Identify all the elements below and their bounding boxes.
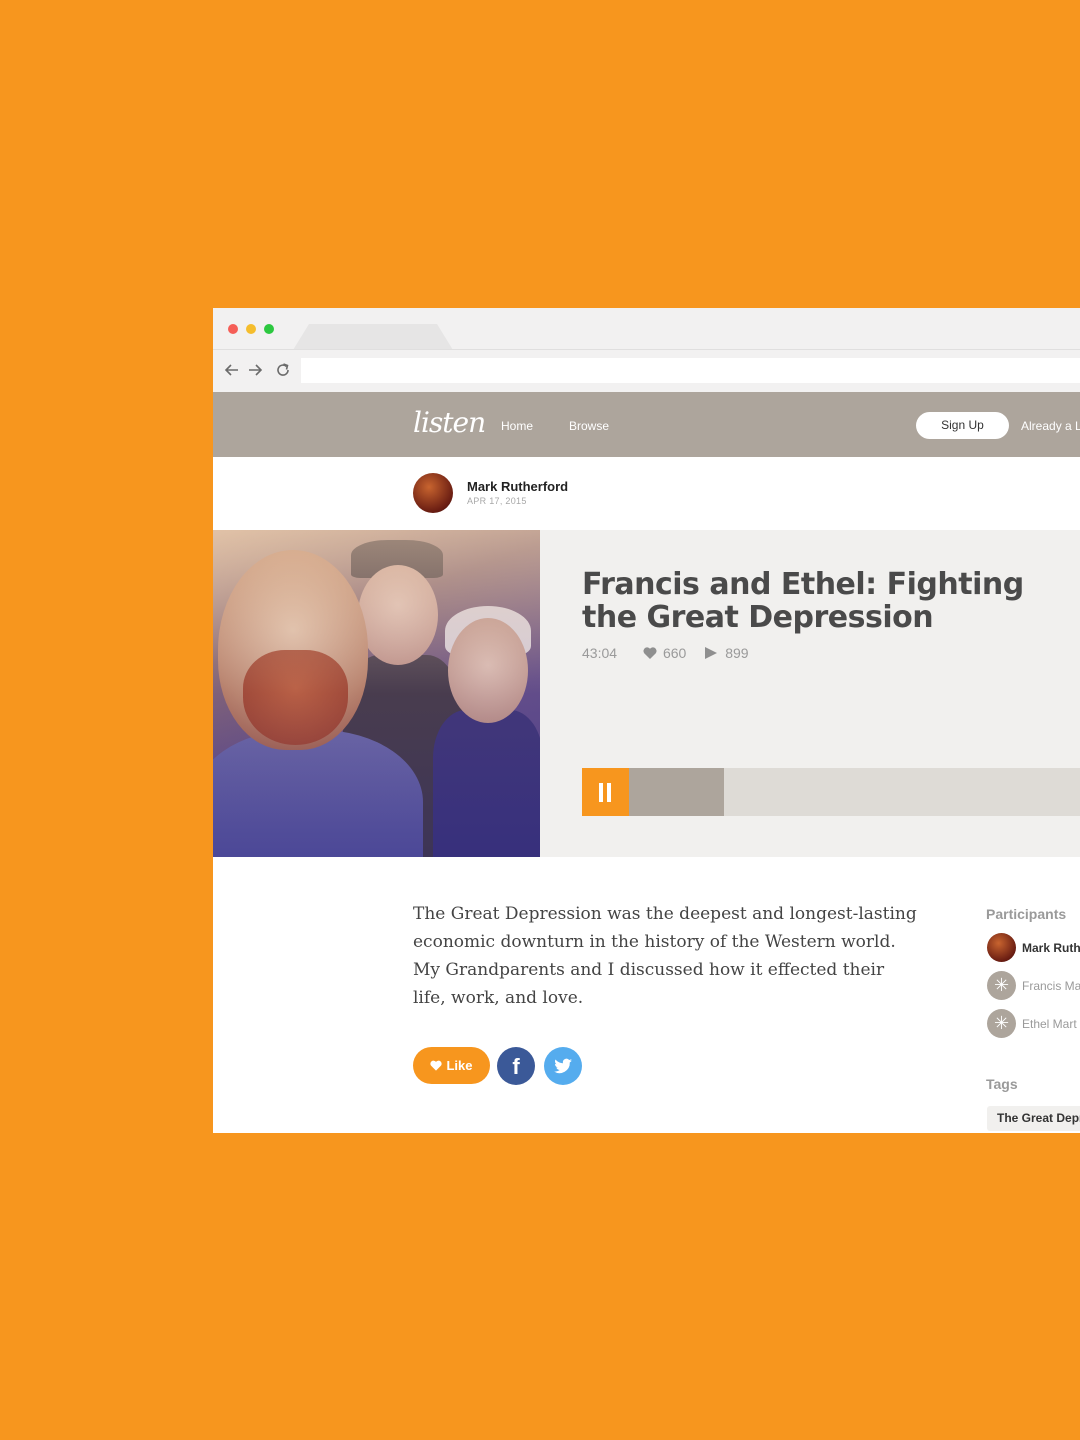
like-button-label: Like (446, 1058, 473, 1073)
minimize-window-button[interactable] (246, 324, 256, 334)
participant-name: Mark Ruth (1022, 941, 1080, 955)
forward-arrow-icon[interactable] (246, 360, 264, 380)
nav-browse-link[interactable]: Browse (569, 419, 609, 433)
tags-heading: Tags (986, 1076, 1018, 1092)
twitter-icon (554, 1058, 572, 1074)
pause-button[interactable] (582, 768, 629, 816)
heart-icon (430, 1060, 443, 1071)
tag-chip[interactable]: The Great Depr (987, 1106, 1080, 1131)
site-logo[interactable]: listen (413, 406, 486, 439)
episode-duration: 43:04 (582, 645, 618, 662)
post-date: APR 17, 2015 (467, 496, 527, 506)
browser-window: listen Home Browse Sign Up Already a L M… (213, 308, 1080, 1133)
pause-icon (599, 783, 603, 802)
asterisk-avatar-icon: ✳ (987, 1009, 1016, 1038)
maximize-window-button[interactable] (264, 324, 274, 334)
participant-name: Ethel Mart (1022, 1017, 1077, 1031)
twitter-share-button[interactable] (544, 1047, 582, 1085)
participants-heading: Participants (986, 906, 1067, 922)
heart-icon (643, 647, 657, 660)
browser-chrome (213, 308, 1080, 392)
tab-divider (213, 349, 1080, 350)
facebook-icon: f (512, 1054, 520, 1079)
asterisk-avatar-icon: ✳ (987, 971, 1016, 1000)
sign-up-button[interactable]: Sign Up (916, 412, 1009, 439)
author-name[interactable]: Mark Rutherford (467, 479, 568, 494)
reload-icon[interactable] (274, 360, 292, 380)
like-button[interactable]: Like (413, 1047, 490, 1084)
facebook-share-button[interactable]: f (497, 1047, 535, 1085)
playback-progress[interactable] (629, 768, 724, 816)
close-window-button[interactable] (228, 324, 238, 334)
play-count: 899 (725, 645, 749, 662)
episode-photo (213, 530, 540, 857)
address-bar[interactable] (301, 358, 1080, 383)
participant-name: Francis Ma (1022, 979, 1080, 993)
episode-stats: 43:04 660 899 (582, 644, 749, 661)
author-avatar[interactable] (413, 473, 453, 513)
browser-tab[interactable] (293, 324, 453, 350)
back-arrow-icon[interactable] (223, 360, 241, 380)
site-header: listen Home Browse Sign Up Already a L (213, 392, 1080, 457)
participant-avatar (987, 933, 1016, 962)
nav-home-link[interactable]: Home (501, 419, 533, 433)
login-link[interactable]: Already a L (1021, 419, 1080, 433)
episode-description: The Great Depression was the deepest and… (413, 904, 917, 1008)
play-count-icon (705, 647, 718, 660)
like-count: 660 (662, 645, 687, 662)
episode-hero: Francis and Ethel: Fighting the Great De… (213, 530, 1080, 857)
episode-title: Francis and Ethel: Fighting the Great De… (582, 567, 1024, 635)
audio-player[interactable] (582, 768, 1080, 816)
